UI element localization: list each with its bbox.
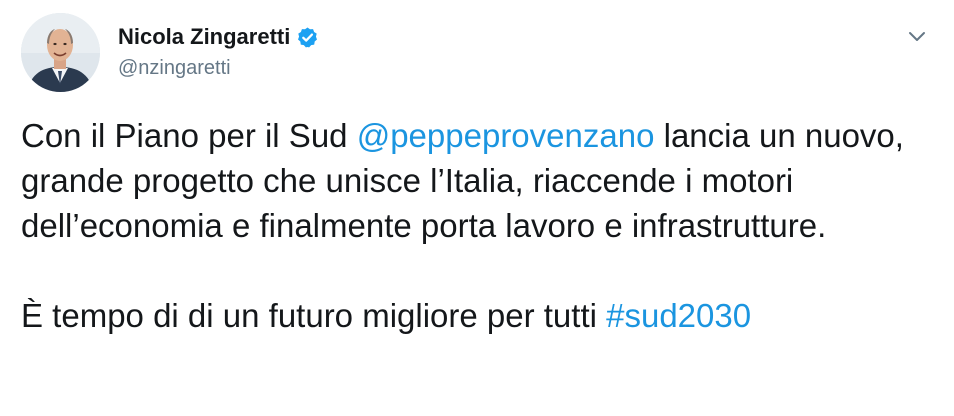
tweet-card: Nicola Zingaretti @nzingaretti Con il Pi… [0,0,954,416]
profile-photo [21,13,100,92]
author-display-name[interactable]: Nicola Zingaretti [118,24,290,50]
chevron-down-icon [909,32,925,41]
tweet-text: Con il Piano per il Sud @peppeprovenzano… [21,113,921,338]
hashtag-link[interactable]: #sud2030 [606,297,751,334]
author-name-row[interactable]: Nicola Zingaretti [118,24,319,50]
tweet-paragraph: È tempo di di un futuro migliore per tut… [21,293,921,338]
tweet-paragraph: Con il Piano per il Sud @peppeprovenzano… [21,113,921,248]
mention-link[interactable]: @peppeprovenzano [357,117,655,154]
author-handle[interactable]: @nzingaretti [118,57,231,80]
author-avatar[interactable] [21,13,100,92]
tweet-text-segment: È tempo di di un futuro migliore per tut… [21,297,607,334]
tweet-text-segment: Con il Piano per il Sud [21,117,357,154]
tweet-menu-button[interactable] [905,24,929,48]
verified-badge-icon [296,26,319,49]
